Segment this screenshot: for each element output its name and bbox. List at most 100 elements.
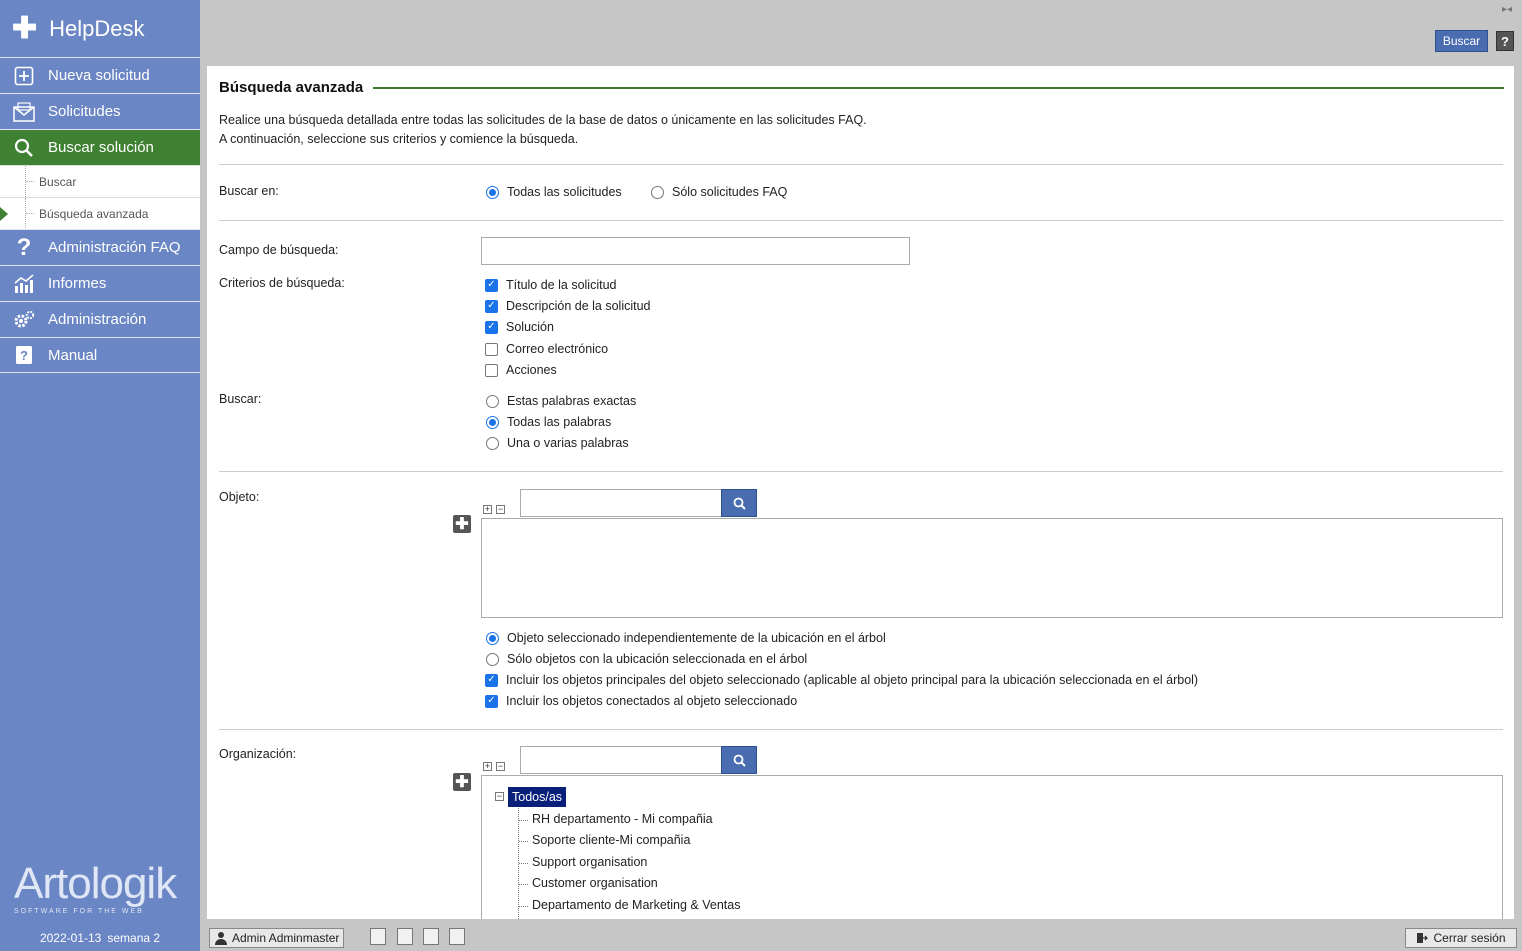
check-solucion[interactable]: ✓ Solución xyxy=(485,320,554,334)
radio-control[interactable] xyxy=(486,415,499,429)
objeto-tree-box[interactable] xyxy=(481,518,1503,618)
checkbox-control[interactable] xyxy=(485,363,498,377)
search-report-icon[interactable] xyxy=(370,928,386,945)
tree-item[interactable]: Soporte cliente-Mi compañia xyxy=(532,833,690,847)
check-correo[interactable]: Correo electrónico xyxy=(485,342,608,356)
radio-todas-palabras[interactable]: Todas las palabras xyxy=(486,415,611,429)
option-label: Correo electrónico xyxy=(506,342,609,356)
logout-icon xyxy=(1417,933,1429,943)
nav-solicitudes[interactable]: Solicitudes xyxy=(0,93,200,129)
nav-buscar-solucion[interactable]: Buscar solución xyxy=(0,129,200,165)
divider xyxy=(219,471,1503,472)
nav-label: Manual xyxy=(48,346,98,364)
nav-administracion-faq[interactable]: ? Administración FAQ xyxy=(0,229,200,265)
add-objeto-button[interactable]: ✚ xyxy=(453,515,471,533)
tree-line xyxy=(25,198,35,230)
add-organizacion-button[interactable]: ✚ xyxy=(453,773,471,791)
radio-control[interactable] xyxy=(486,394,499,408)
buscar-en-label: Buscar en: xyxy=(219,184,279,198)
artologik-tagline: SOFTWARE FOR THE WEB xyxy=(14,908,144,915)
radio-control[interactable] xyxy=(486,436,499,450)
artologik-logo: Artologik xyxy=(14,859,177,908)
logout-button[interactable]: Cerrar sesión xyxy=(1405,928,1517,948)
option-label: Incluir los objetos conectados al objeto… xyxy=(506,694,798,708)
organizacion-label: Organización: xyxy=(219,747,297,761)
objeto-search-button[interactable] xyxy=(721,489,757,517)
nav-nueva-solicitud[interactable]: Nueva solicitud xyxy=(0,57,200,93)
check-objetos-conectados[interactable]: ✓ Incluir los objetos conectados al objet… xyxy=(485,694,797,708)
sidebar: ✚ HelpDesk Nueva solicitud Solicitudes B… xyxy=(0,0,200,951)
user-name: Admin Adminmaster xyxy=(232,931,340,945)
radio-control[interactable] xyxy=(486,185,499,199)
check-acciones[interactable]: Acciones xyxy=(485,363,557,377)
expand-all-icon[interactable]: + xyxy=(483,505,492,514)
app-title: HelpDesk xyxy=(49,15,145,41)
checkbox-control[interactable]: ✓ xyxy=(485,278,498,292)
expand-all-icon[interactable]: + xyxy=(483,762,492,771)
checkbox-control[interactable] xyxy=(485,342,498,356)
radio-control[interactable] xyxy=(651,185,664,199)
buscar-button[interactable]: Buscar xyxy=(1435,30,1488,52)
organizacion-search-button[interactable] xyxy=(721,746,757,774)
current-week: semana 2 xyxy=(107,930,161,945)
divider xyxy=(219,729,1503,730)
objeto-search-input[interactable] xyxy=(520,489,722,517)
user-button[interactable]: Admin Adminmaster xyxy=(209,928,345,948)
tree-root-todos[interactable]: Todos/as xyxy=(508,787,567,807)
tree-item[interactable]: Support organisation xyxy=(532,855,647,869)
tree-item[interactable]: Customer organisation xyxy=(532,876,658,890)
option-label: Todas las solicitudes xyxy=(507,185,622,199)
check-objetos-principales[interactable]: ✓ Incluir los objetos principales del obj… xyxy=(485,673,1198,687)
radio-todas-solicitudes[interactable]: Todas las solicitudes xyxy=(486,185,622,199)
checkbox-control[interactable]: ✓ xyxy=(485,673,498,687)
option-label: Título de la solicitud xyxy=(506,278,617,292)
radio-control[interactable] xyxy=(486,652,499,666)
nav-informes[interactable]: Informes xyxy=(0,265,200,301)
objeto-label: Objeto: xyxy=(219,490,260,504)
tree-item[interactable]: RH departamento - Mi compañia xyxy=(532,812,713,826)
checkbox-control[interactable]: ✓ xyxy=(485,299,498,313)
chart-icon xyxy=(0,273,48,294)
nav-administracion[interactable]: Administración xyxy=(0,301,200,337)
main-panel: Búsqueda avanzada Realice una búsqueda d… xyxy=(207,66,1514,919)
radio-solo-faq[interactable]: Sólo solicitudes FAQ xyxy=(651,185,787,199)
subnav-label: Búsqueda avanzada xyxy=(39,207,149,221)
gears-icon xyxy=(0,310,48,330)
edit-icon[interactable] xyxy=(397,928,413,945)
radio-control[interactable] xyxy=(486,631,499,645)
radio-palabras-exactas[interactable]: Estas palabras exactas xyxy=(486,394,636,408)
collapse-icon[interactable]: ▸◂ xyxy=(1502,4,1512,15)
checkbox-control[interactable]: ✓ xyxy=(485,320,498,334)
active-arrow-icon xyxy=(0,207,8,221)
subnav-buscar[interactable]: Buscar xyxy=(0,165,200,197)
tree-item[interactable]: Departamento de Marketing & Ventas xyxy=(532,898,740,912)
radio-solo-ubicacion[interactable]: Sólo objetos con la ubicación selecciona… xyxy=(486,652,807,666)
help-icon[interactable]: ? xyxy=(1496,31,1514,51)
criterios-label: Criterios de búsqueda: xyxy=(219,276,345,290)
notes-icon[interactable] xyxy=(423,928,439,945)
subnav-busqueda-avanzada[interactable]: Búsqueda avanzada xyxy=(0,197,200,230)
tree-collapse-icon[interactable]: − xyxy=(495,792,504,801)
radio-objeto-independiente[interactable]: Objeto seleccionado independientemente d… xyxy=(486,631,886,645)
question-icon: ? xyxy=(16,233,32,261)
organizacion-search-input[interactable] xyxy=(520,746,722,774)
collapse-all-icon[interactable]: − xyxy=(496,505,505,514)
checkbox-control[interactable]: ✓ xyxy=(485,694,498,708)
check-titulo[interactable]: ✓ Título de la solicitud xyxy=(485,278,616,292)
svg-text:?: ? xyxy=(20,348,28,363)
divider xyxy=(219,220,1503,221)
radio-una-o-varias[interactable]: Una o varias palabras xyxy=(486,436,629,450)
check-descripcion[interactable]: ✓ Descripción de la solicitud xyxy=(485,299,651,313)
title-divider xyxy=(373,86,1504,89)
option-label: Descripción de la solicitud xyxy=(506,299,651,313)
pdf-icon[interactable] xyxy=(449,928,465,945)
page-header: Búsqueda avanzada xyxy=(219,79,1504,96)
app-logo[interactable]: ✚ HelpDesk xyxy=(0,0,200,57)
campo-busqueda-input[interactable] xyxy=(481,237,910,265)
nav-manual[interactable]: ? Manual xyxy=(0,337,200,373)
collapse-all-icon[interactable]: − xyxy=(496,762,505,771)
nav-label: Solicitudes xyxy=(48,103,121,120)
plus-square-icon xyxy=(0,66,48,86)
option-label: Estas palabras exactas xyxy=(507,394,637,408)
nav-label: Administración FAQ xyxy=(48,239,181,256)
